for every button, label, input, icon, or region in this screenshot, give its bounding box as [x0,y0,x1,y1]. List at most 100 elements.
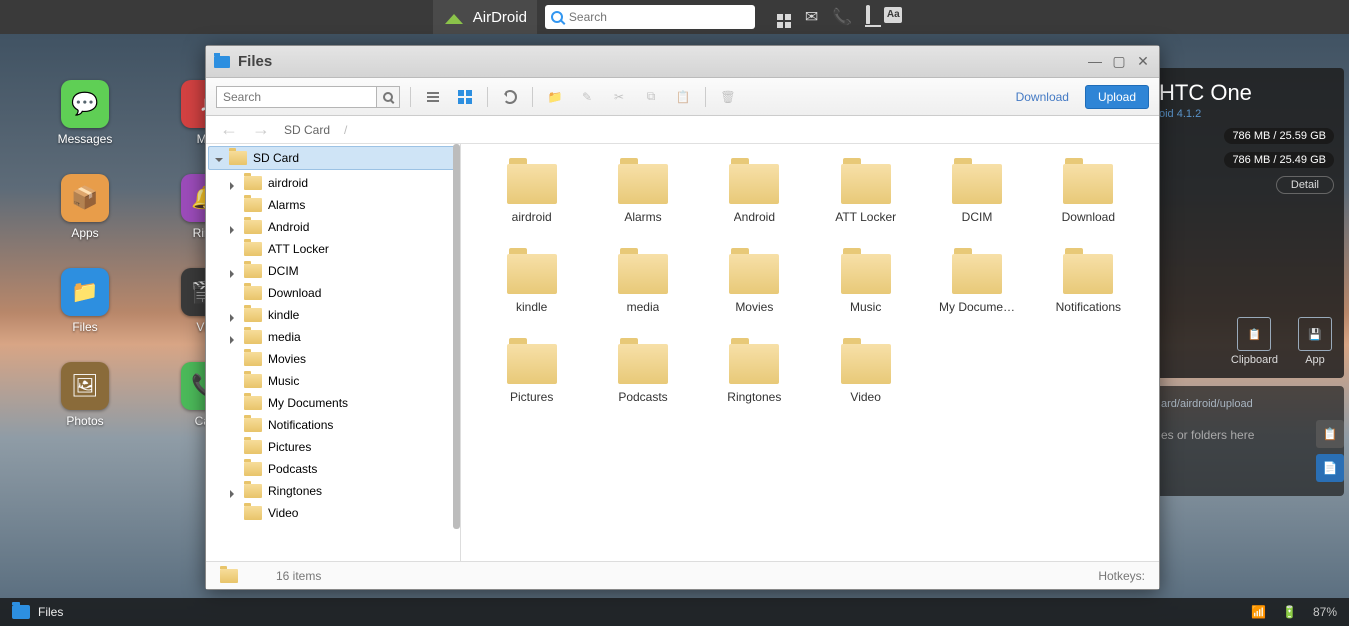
titlebar[interactable]: Files — ▢ ✕ [206,46,1159,78]
view-grid-button[interactable] [453,86,477,108]
app-icon: 📦 [61,174,109,222]
folder-att-locker[interactable]: ATT Locker [815,164,916,224]
tree-label: Music [268,374,299,388]
tree-item-pictures[interactable]: Pictures [206,436,460,458]
tree-label: media [268,330,301,344]
maximize-button[interactable]: ▢ [1111,53,1127,70]
folder-ringtones[interactable]: Ringtones [704,344,805,404]
delete-button[interactable]: 🗑 [716,86,740,108]
upload-side-button[interactable]: 📄 [1316,454,1344,482]
expander-icon[interactable] [230,311,238,319]
tree-item-my-documents[interactable]: My Documents [206,392,460,414]
expander-spacer [230,421,238,429]
folder-movies[interactable]: Movies [704,254,805,314]
tree-item-music[interactable]: Music [206,370,460,392]
tree-item-video[interactable]: Video [206,502,460,524]
refresh-button[interactable] [498,86,522,108]
folder-airdroid[interactable]: airdroid [481,164,582,224]
expander-icon[interactable] [230,179,238,187]
copy-button[interactable]: ⧉ [639,86,663,108]
phone-icon[interactable]: 📞 [832,7,852,28]
folder-icon [729,344,779,384]
paste-button[interactable]: 📋 [671,86,695,108]
tree-item-airdroid[interactable]: airdroid [206,172,460,194]
crumb-sdcard[interactable]: SD Card [284,123,330,137]
storage-2: 786 MB / 25.49 GB [1224,152,1334,168]
text-size-icon[interactable]: Aa [884,7,902,28]
folder-podcasts[interactable]: Podcasts [592,344,693,404]
folder-notifications[interactable]: Notifications [1038,254,1139,314]
folder-icon [729,254,779,294]
separator [487,87,488,107]
tree-item-android[interactable]: Android [206,216,460,238]
back-button[interactable]: ← [220,119,238,140]
tree-item-podcasts[interactable]: Podcasts [206,458,460,480]
folder-download[interactable]: Download [1038,164,1139,224]
tree-item-media[interactable]: media [206,326,460,348]
new-folder-button[interactable]: 📁 [543,86,567,108]
minimize-button[interactable]: — [1087,53,1103,70]
download-button[interactable]: Download [1016,90,1069,104]
forward-button[interactable]: → [252,119,270,140]
tree-item-movies[interactable]: Movies [206,348,460,370]
folder-music[interactable]: Music [815,254,916,314]
folder-media[interactable]: media [592,254,693,314]
battery-icon: 🔋 [1282,605,1297,619]
device-action-clipboard[interactable]: 📋Clipboard [1231,317,1278,366]
expander-icon[interactable] [215,154,223,162]
apps-grid-icon[interactable] [777,7,791,28]
folder-icon [507,164,557,204]
tree-item-att-locker[interactable]: ATT Locker [206,238,460,260]
folder-pictures[interactable]: Pictures [481,344,582,404]
global-search-input[interactable] [563,10,749,24]
expander-icon[interactable] [230,223,238,231]
desktop-app-messages[interactable]: 💬Messages [55,80,115,146]
tree-label: Video [268,506,298,520]
file-search-button[interactable] [376,86,400,108]
close-button[interactable]: ✕ [1135,53,1151,70]
expander-icon[interactable] [230,267,238,275]
upload-button[interactable]: Upload [1085,85,1149,109]
brand[interactable]: AirDroid [433,0,537,34]
cut-button[interactable]: ✂ [607,86,631,108]
device-action-app[interactable]: 💾App [1298,317,1332,366]
folder-label: Ringtones [727,390,781,404]
expander-icon[interactable] [230,333,238,341]
desktop-app-apps[interactable]: 📦Apps [55,174,115,240]
item-count: 16 items [276,569,321,583]
folder-my-documents[interactable]: My Docume… [926,254,1027,314]
bell-icon[interactable] [866,7,870,28]
folder-icon [841,344,891,384]
tree-item-download[interactable]: Download [206,282,460,304]
detail-button[interactable]: Detail [1276,176,1334,194]
desktop-app-photos[interactable]: 🖼Photos [55,362,115,428]
expander-spacer [230,399,238,407]
tree-label: kindle [268,308,299,322]
paste-side-button[interactable]: 📋 [1316,420,1344,448]
view-list-button[interactable] [421,86,445,108]
global-search[interactable] [545,5,755,29]
expander-icon[interactable] [230,487,238,495]
app-label: Photos [66,414,103,428]
tree-item-notifications[interactable]: Notifications [206,414,460,436]
folder-video[interactable]: Video [815,344,916,404]
rename-button[interactable]: ✎ [575,86,599,108]
taskbar-files[interactable]: Files [12,605,63,619]
tree-scrollbar[interactable] [453,144,460,529]
hotkeys-label[interactable]: Hotkeys: [1098,569,1145,583]
file-search-input[interactable] [216,86,376,108]
folder-dcim[interactable]: DCIM [926,164,1027,224]
tree-root[interactable]: SD Card [208,146,458,170]
folder-kindle[interactable]: kindle [481,254,582,314]
desktop-app-files[interactable]: 📁Files [55,268,115,334]
tree-item-ringtones[interactable]: Ringtones [206,480,460,502]
drop-panel[interactable]: ard/airdroid/upload es or folders here [1149,386,1344,496]
separator [410,87,411,107]
tree-item-dcim[interactable]: DCIM [206,260,460,282]
tree-item-alarms[interactable]: Alarms [206,194,460,216]
folder-android[interactable]: Android [704,164,805,224]
mail-icon[interactable]: ✉ [805,7,818,28]
folder-alarms[interactable]: Alarms [592,164,693,224]
action-label: Clipboard [1231,354,1278,366]
tree-item-kindle[interactable]: kindle [206,304,460,326]
